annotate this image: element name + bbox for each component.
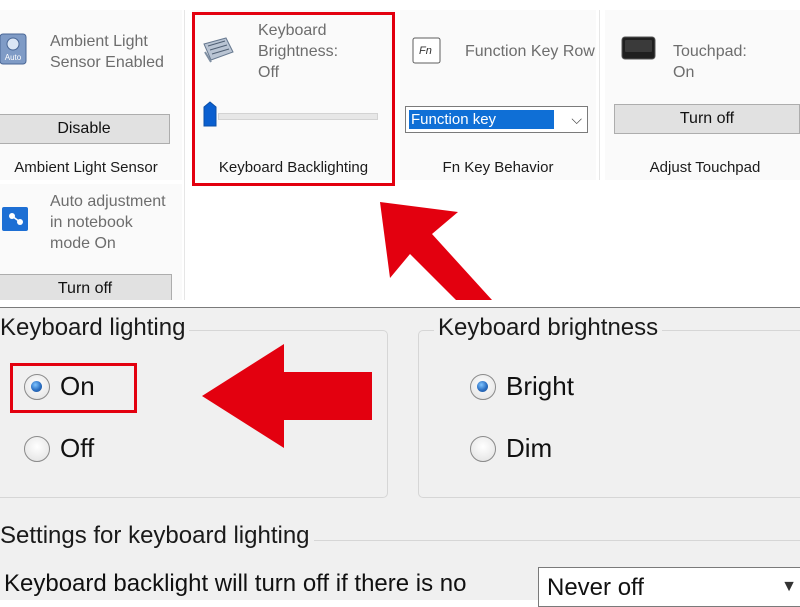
ambient-light-tile: Auto Ambient Light Sensor Enabled Disabl… xyxy=(0,10,182,180)
ambient-light-status: Ambient Light Sensor Enabled xyxy=(50,33,164,71)
keyboard-lighting-off-radio[interactable] xyxy=(24,436,50,462)
touchpad-icon xyxy=(621,36,656,60)
keyboard-lighting-off-label[interactable]: Off xyxy=(60,433,94,464)
fn-key-icon: Fn xyxy=(412,37,441,64)
backlight-timeout-description: Keyboard backlight will turn off if ther… xyxy=(4,570,467,597)
fn-key-status: Function Key Row xyxy=(465,43,595,60)
keyboard-settings-dialog: Keyboard lighting On Off Keyboard bright… xyxy=(0,308,800,600)
touchpad-caption: Adjust Touchpad xyxy=(649,159,761,176)
red-arrow-icon xyxy=(380,202,492,300)
keyboard-brightness-bright-label[interactable]: Bright xyxy=(506,371,574,402)
chevron-down-icon[interactable]: ▼ xyxy=(781,578,797,596)
keyboard-brightness-group xyxy=(418,330,800,498)
keyboard-brightness-dim-radio[interactable] xyxy=(470,436,496,462)
highlight-box-on-option xyxy=(10,363,137,413)
backlight-timeout-value: Never off xyxy=(547,574,644,601)
highlight-box-keyboard-backlighting xyxy=(192,12,395,186)
auto-adjust-icon xyxy=(2,207,28,231)
ambient-light-caption: Ambient Light Sensor xyxy=(14,159,158,176)
fn-key-tile: Fn Function Key Row Fn Key Behavior xyxy=(400,10,596,180)
fn-key-behavior-select[interactable]: Function key ⌵ xyxy=(405,106,588,133)
mobility-center-panel: Auto Ambient Light Sensor Enabled Disabl… xyxy=(0,0,800,300)
settings-legend: Settings for keyboard lighting xyxy=(0,522,314,550)
svg-text:Auto: Auto xyxy=(5,53,22,62)
svg-text:Fn: Fn xyxy=(419,45,432,57)
keyboard-brightness-legend: Keyboard brightness xyxy=(434,314,663,342)
ambient-light-sensor-icon: Auto xyxy=(0,33,27,65)
chevron-down-icon[interactable]: ⌵ xyxy=(571,111,582,128)
notebook-mode-turn-off-button[interactable]: Turn off xyxy=(0,274,172,300)
notebook-mode-status: Auto adjustment in notebook mode On xyxy=(50,193,166,252)
touchpad-turn-off-button[interactable]: Turn off xyxy=(614,104,800,134)
backlight-timeout-dropdown[interactable]: Never off ▼ xyxy=(538,567,800,607)
keyboard-brightness-dim-label[interactable]: Dim xyxy=(506,433,552,464)
touchpad-status: Touchpad: On xyxy=(673,43,747,81)
red-left-arrow-icon xyxy=(202,344,372,448)
keyboard-brightness-bright-radio[interactable] xyxy=(470,374,496,400)
ambient-light-disable-button[interactable]: Disable xyxy=(0,114,170,144)
fn-key-caption: Fn Key Behavior xyxy=(442,159,554,176)
fn-key-selected-value: Function key xyxy=(408,109,555,130)
keyboard-lighting-legend: Keyboard lighting xyxy=(0,314,190,342)
notebook-mode-tile: Auto adjustment in notebook mode On Turn… xyxy=(0,184,182,300)
touchpad-tile: Touchpad: On Turn off Adjust Touchpad xyxy=(605,10,800,180)
